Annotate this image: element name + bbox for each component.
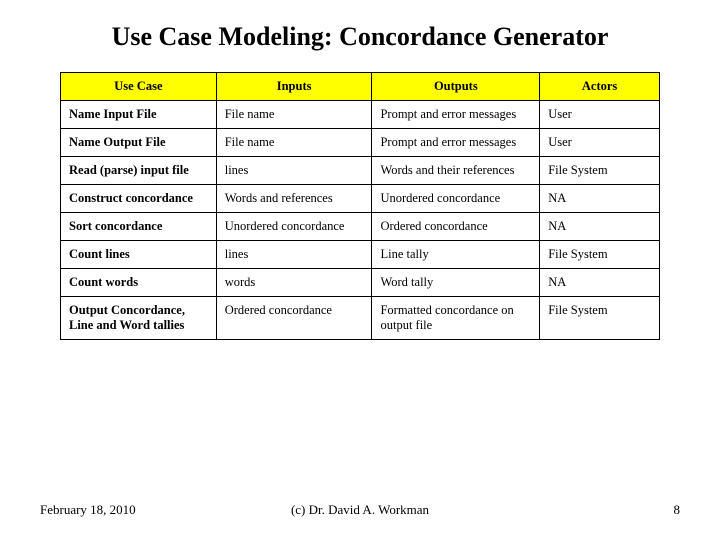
table-row: Name Output File File name Prompt and er…: [61, 129, 660, 157]
table-row: Construct concordance Words and referenc…: [61, 185, 660, 213]
cell-inputs: File name: [216, 129, 372, 157]
table-row: Output Concordance, Line and Word tallie…: [61, 297, 660, 340]
cell-inputs: words: [216, 269, 372, 297]
cell-actors: User: [540, 101, 660, 129]
footer-copyright: (c) Dr. David A. Workman: [253, 502, 466, 518]
cell-outputs: Unordered concordance: [372, 185, 540, 213]
cell-inputs: File name: [216, 101, 372, 129]
cell-use-case: Name Input File: [61, 101, 217, 129]
cell-inputs: Ordered concordance: [216, 297, 372, 340]
use-case-table: Use Case Inputs Outputs Actors Name Inpu…: [60, 72, 660, 340]
cell-outputs: Formatted concordance on output file: [372, 297, 540, 340]
header-inputs: Inputs: [216, 73, 372, 101]
table-header-row: Use Case Inputs Outputs Actors: [61, 73, 660, 101]
table-row: Name Input File File name Prompt and err…: [61, 101, 660, 129]
cell-inputs: Words and references: [216, 185, 372, 213]
cell-outputs: Ordered concordance: [372, 213, 540, 241]
cell-use-case: Count words: [61, 269, 217, 297]
cell-use-case: Count lines: [61, 241, 217, 269]
table-row: Count words words Word tally NA: [61, 269, 660, 297]
cell-actors: User: [540, 129, 660, 157]
use-case-table-container: Use Case Inputs Outputs Actors Name Inpu…: [0, 72, 720, 340]
table-row: Read (parse) input file lines Words and …: [61, 157, 660, 185]
cell-outputs: Prompt and error messages: [372, 101, 540, 129]
cell-actors: NA: [540, 269, 660, 297]
cell-use-case: Output Concordance, Line and Word tallie…: [61, 297, 217, 340]
table-row: Count lines lines Line tally File System: [61, 241, 660, 269]
cell-actors: File System: [540, 157, 660, 185]
footer-page-number: 8: [467, 502, 680, 518]
cell-outputs: Prompt and error messages: [372, 129, 540, 157]
cell-actors: NA: [540, 213, 660, 241]
cell-inputs: lines: [216, 157, 372, 185]
cell-use-case: Sort concordance: [61, 213, 217, 241]
footer-date: February 18, 2010: [40, 502, 253, 518]
slide-footer: February 18, 2010 (c) Dr. David A. Workm…: [0, 502, 720, 518]
slide-title: Use Case Modeling: Concordance Generator: [0, 0, 720, 72]
cell-actors: File System: [540, 241, 660, 269]
table-row: Sort concordance Unordered concordance O…: [61, 213, 660, 241]
cell-use-case: Construct concordance: [61, 185, 217, 213]
cell-inputs: lines: [216, 241, 372, 269]
cell-outputs: Words and their references: [372, 157, 540, 185]
cell-outputs: Line tally: [372, 241, 540, 269]
header-use-case: Use Case: [61, 73, 217, 101]
cell-use-case: Read (parse) input file: [61, 157, 217, 185]
cell-use-case: Name Output File: [61, 129, 217, 157]
cell-outputs: Word tally: [372, 269, 540, 297]
cell-actors: File System: [540, 297, 660, 340]
header-outputs: Outputs: [372, 73, 540, 101]
header-actors: Actors: [540, 73, 660, 101]
cell-inputs: Unordered concordance: [216, 213, 372, 241]
cell-actors: NA: [540, 185, 660, 213]
